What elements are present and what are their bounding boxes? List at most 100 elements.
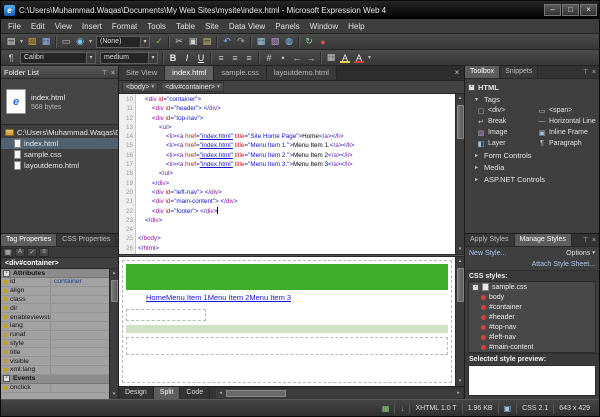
document-tab-site-view[interactable]: Site View (119, 66, 165, 80)
tab-manage-styles[interactable]: Manage Styles (515, 234, 572, 246)
maximize-button[interactable]: □ (562, 4, 579, 16)
style-item-container[interactable]: #container (469, 302, 595, 312)
borders-button[interactable]: ▦ (324, 51, 338, 64)
design-view-button[interactable]: Design (119, 387, 154, 399)
document-tab-index-html[interactable]: index.html (165, 66, 214, 80)
design-nav-link-home[interactable]: Home (146, 293, 166, 302)
bullet-list-button[interactable]: • (276, 51, 290, 64)
style-item-header[interactable]: #header (469, 312, 595, 322)
tab-apply-styles[interactable]: Apply Styles (465, 234, 515, 246)
document-tab-sample-css[interactable]: sample.css (214, 66, 267, 80)
menu-table[interactable]: Table (171, 19, 200, 34)
italic-button[interactable]: I (180, 51, 194, 64)
tab-toolbox[interactable]: Toolbox (465, 66, 500, 78)
section-events[interactable]: -Events (1, 375, 109, 384)
show-set-properties-button[interactable]: ✓ (27, 248, 37, 257)
toolbox-item-break[interactable]: ↵Break (477, 116, 538, 127)
scrollbar-thumb[interactable] (226, 390, 286, 397)
minimize-button[interactable]: – (544, 4, 561, 16)
document-tab-layoutdemo-html[interactable]: layoutdemo.html (267, 66, 337, 80)
toolbox-item-span[interactable]: ▭<span> (538, 105, 599, 116)
attribute-row-visible[interactable]: visible (1, 357, 109, 366)
preview-in-browser-button[interactable]: ◉ (73, 35, 87, 48)
toolbox-item-layer[interactable]: ◧Layer (477, 138, 538, 149)
show-categorized-button[interactable]: ▦ (3, 248, 13, 257)
attribute-row-align[interactable]: align (1, 287, 109, 296)
dropdown-arrow-icon[interactable]: ▾ (366, 54, 373, 61)
attribute-row-title[interactable]: title (1, 348, 109, 357)
insert-hyperlink-button[interactable]: ◍ (282, 35, 296, 48)
outdent-button[interactable]: ← (290, 51, 304, 64)
chevron-down-icon[interactable]: ▾ (86, 53, 95, 63)
attribute-row-enableviewstate[interactable]: enableviewstate (1, 313, 109, 322)
download-statistics-icon-item[interactable]: ↓ (394, 403, 409, 414)
menu-help[interactable]: Help (343, 19, 369, 34)
scroll-left-icon[interactable]: ◂ (216, 390, 225, 396)
collapse-icon[interactable]: - (3, 375, 10, 382)
design-left-nav-div[interactable] (126, 309, 206, 321)
align-center-button[interactable]: ≡ (228, 51, 242, 64)
menu-file[interactable]: File (3, 19, 26, 34)
menu-insert[interactable]: Insert (77, 19, 107, 34)
scrollbar-thumb[interactable] (457, 105, 464, 139)
attribute-row-id[interactable]: idcontainer (1, 278, 109, 287)
attribute-value[interactable]: container (51, 278, 109, 285)
design-container-div[interactable]: HomeMenu Item 1Menu Item 2Menu Item 3 (122, 260, 452, 383)
design-footer-div[interactable] (126, 337, 448, 355)
toolbox-item-inline-frame[interactable]: ▣Inline Frame (538, 127, 599, 138)
indent-button[interactable]: → (304, 51, 318, 64)
chevron-down-icon[interactable]: ▾ (140, 37, 149, 47)
design-nav-link-menu-item-1[interactable]: Menu Item 1 (166, 293, 208, 302)
code-view-button[interactable]: Code (180, 387, 210, 399)
split-view-button[interactable]: Split (154, 387, 181, 399)
toolbox-group-asp-net-controls[interactable]: ▸ASP.NET Controls (465, 173, 599, 185)
design-main-content-div[interactable] (126, 325, 448, 333)
tree-root-item[interactable]: C:\Users\Muhammad.Waqas\Documents\M (1, 127, 118, 138)
style-item-top-nav[interactable]: #top-nav (469, 322, 595, 332)
attribute-row-class[interactable]: class (1, 296, 109, 305)
tree-item-sample-css[interactable]: sample.css (1, 149, 118, 160)
close-document-button[interactable]: × (450, 66, 464, 80)
style-application-button[interactable]: ¶ (4, 51, 18, 64)
close-icon[interactable]: × (592, 69, 596, 76)
visual-aids-icon-item[interactable]: ▦ (377, 403, 395, 414)
align-left-button[interactable]: ≡ (214, 51, 228, 64)
close-button[interactable]: × (580, 4, 597, 16)
new-document-button[interactable]: ▤ (4, 35, 18, 48)
scrollbar-thumb[interactable] (111, 280, 118, 302)
horizontal-scrollbar[interactable]: ◂ ▸ (216, 389, 463, 398)
design-scrollbar[interactable]: ▴ ▾ (455, 257, 464, 386)
stop-button[interactable]: ● (316, 35, 330, 48)
menu-window[interactable]: Window (305, 19, 343, 34)
toolbox-item-image[interactable]: ▨Image (477, 127, 538, 138)
font-size-dropdown[interactable]: medium▾ (100, 52, 158, 64)
design-header-div[interactable] (126, 264, 448, 290)
tree-item-index-html[interactable]: index.html (1, 138, 118, 149)
pin-icon[interactable]: ⊤ (116, 236, 118, 244)
copy-button[interactable]: ▣ (186, 35, 200, 48)
cut-button[interactable]: ✂ (172, 35, 186, 48)
scroll-down-icon[interactable]: ▾ (110, 390, 119, 399)
pin-icon[interactable]: ⊤ (583, 68, 589, 76)
style-application-icon-item[interactable]: ▣ (498, 403, 517, 414)
attribute-row-style[interactable]: style (1, 340, 109, 349)
show-alphabetized-button[interactable]: A (15, 248, 25, 257)
menu-panels[interactable]: Panels (270, 19, 304, 34)
tab-snippets[interactable]: Snippets (500, 66, 538, 78)
scroll-right-icon[interactable]: ▸ (454, 390, 463, 396)
design-nav-link-menu-item-3[interactable]: Menu Item 3 (249, 293, 291, 302)
tab-tag-properties[interactable]: Tag Properties (1, 234, 57, 246)
code-editor[interactable]: <div id="container"> <div id="header"> <… (136, 94, 455, 254)
tree-item-layoutdemo-html[interactable]: layoutdemo.html (1, 160, 118, 171)
tag-properties-menu-button[interactable]: ≡ (39, 248, 49, 257)
undo-button[interactable]: ↶ (220, 35, 234, 48)
redo-button[interactable]: ↷ (234, 35, 248, 48)
style-dropdown[interactable]: (None)▾ (96, 36, 150, 48)
toolbox-item-div[interactable]: ▢<div> (477, 105, 538, 116)
tag-properties-scrollbar[interactable]: ▴ ▾ (109, 269, 118, 399)
new-style-link[interactable]: New Style... (469, 250, 506, 257)
code-view[interactable]: 1011121314151617181920212223242526 <div … (119, 94, 464, 254)
bold-button[interactable]: B (166, 51, 180, 64)
scroll-up-icon[interactable]: ▴ (110, 269, 119, 278)
save-button[interactable]: ▦ (39, 35, 53, 48)
